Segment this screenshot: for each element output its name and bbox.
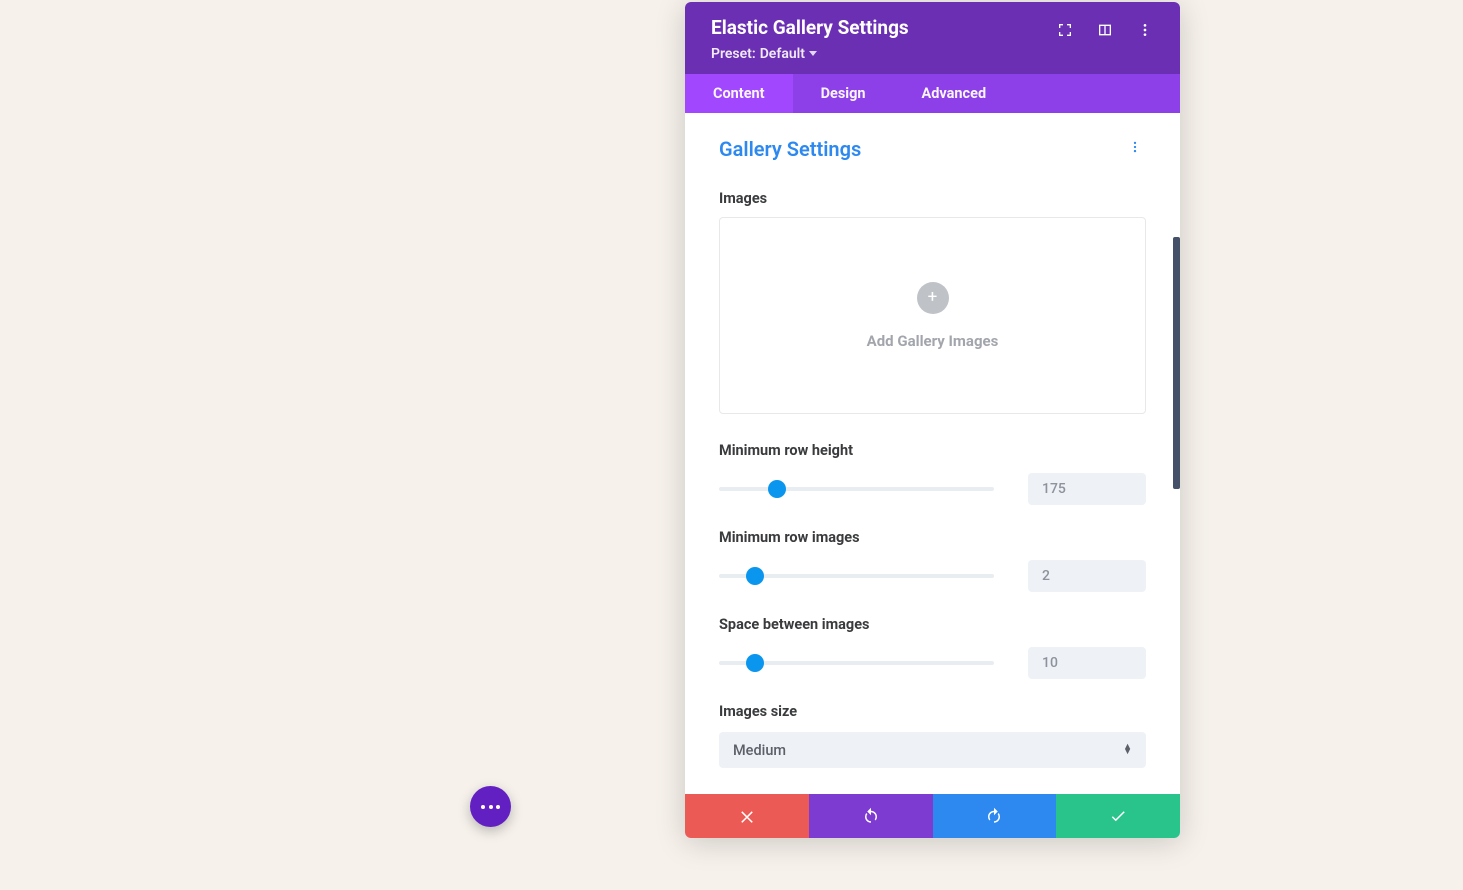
min-row-height-slider[interactable] [719,480,994,498]
panel-header-actions [1056,21,1154,39]
min-row-images-label: Minimum row images [719,529,1146,546]
cancel-button[interactable] [685,794,809,838]
min-row-images-input[interactable]: 2 [1028,560,1146,592]
min-row-height-field: Minimum row height 175 [719,442,1146,505]
preset-value: Default [760,46,805,62]
slider-thumb[interactable] [746,567,764,585]
split-view-icon[interactable] [1096,21,1114,39]
undo-button[interactable] [809,794,933,838]
panel-content: Gallery Settings Images + Add Gallery Im… [685,113,1180,794]
section-title: Gallery Settings [719,137,861,161]
more-icon[interactable] [1136,21,1154,39]
slider-thumb[interactable] [746,654,764,672]
preset-dropdown[interactable]: Preset: Default [711,46,909,62]
ellipsis-icon [481,805,500,809]
preset-prefix: Preset: [711,46,756,62]
min-row-images-field: Minimum row images 2 [719,529,1146,592]
expand-icon[interactable] [1056,21,1074,39]
panel-footer [685,794,1180,838]
confirm-button[interactable] [1056,794,1180,838]
page-builder-fab[interactable] [470,786,511,827]
settings-tabbar: Content Design Advanced [685,74,1180,113]
space-between-slider[interactable] [719,654,994,672]
settings-panel: Elastic Gallery Settings Preset: Default… [685,2,1180,838]
images-size-value: Medium [733,742,786,759]
images-size-label: Images size [719,703,1146,720]
space-between-input[interactable]: 10 [1028,647,1146,679]
caret-down-icon [809,51,817,56]
plus-icon: + [917,282,949,314]
min-row-height-input[interactable]: 175 [1028,473,1146,505]
min-row-images-slider[interactable] [719,567,994,585]
images-size-field: Images size Medium ▲▼ [719,703,1146,768]
tab-design[interactable]: Design [793,74,894,113]
tab-content[interactable]: Content [685,74,793,113]
images-label: Images [719,190,1146,207]
redo-button[interactable] [933,794,1057,838]
panel-header: Elastic Gallery Settings Preset: Default [685,2,1180,74]
add-images-dropzone[interactable]: + Add Gallery Images [719,217,1146,414]
space-between-field: Space between images 10 [719,616,1146,679]
scrollbar-thumb[interactable] [1173,237,1180,489]
images-size-select[interactable]: Medium ▲▼ [719,732,1146,768]
space-between-label: Space between images [719,616,1146,633]
min-row-height-label: Minimum row height [719,442,1146,459]
slider-thumb[interactable] [768,480,786,498]
panel-title-block: Elastic Gallery Settings Preset: Default [711,17,909,62]
panel-title: Elastic Gallery Settings [711,17,909,40]
select-chevrons-icon: ▲▼ [1123,745,1132,755]
tab-advanced[interactable]: Advanced [894,74,1015,113]
add-images-caption: Add Gallery Images [867,332,999,350]
section-menu-icon[interactable] [1124,135,1146,162]
